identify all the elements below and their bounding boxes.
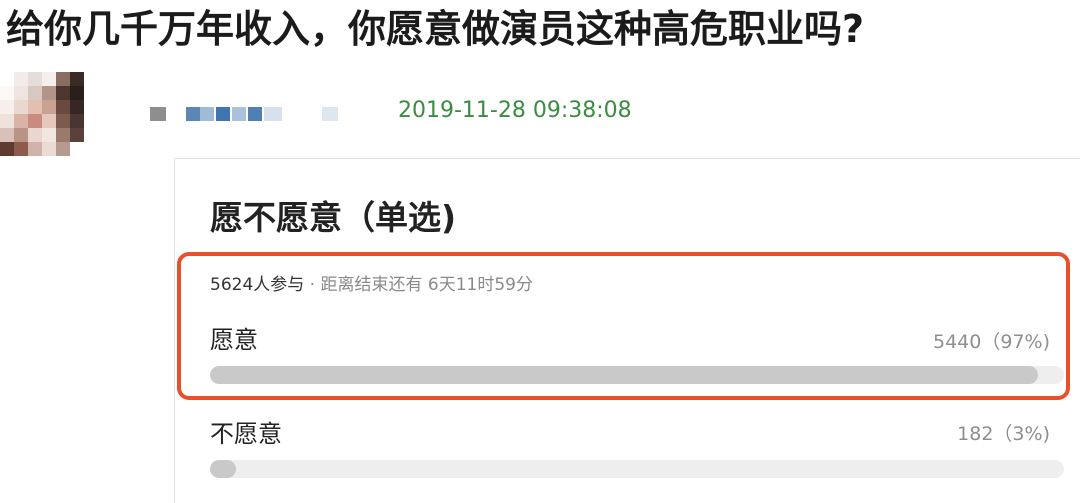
poll-title: 愿不愿意（单选) — [210, 198, 457, 237]
avatar[interactable] — [0, 72, 84, 156]
page-headline: 给你几千万年收入，你愿意做演员这种高危职业吗? — [6, 7, 865, 51]
post-timestamp: 2019-11-28 09:38:08 — [398, 98, 632, 123]
poll-option-label[interactable]: 不愿意 — [210, 418, 282, 450]
screenshot-page: 给你几千万年收入，你愿意做演员这种高危职业吗? 2019-11-28 09:38… — [0, 0, 1080, 503]
username-blurred[interactable] — [150, 104, 350, 124]
poll-option-count: 182（3%) — [957, 423, 1050, 445]
highlight-annotation — [177, 252, 1070, 400]
poll-option-bar-fill — [210, 460, 236, 478]
poll-option-bar — [210, 460, 1064, 478]
